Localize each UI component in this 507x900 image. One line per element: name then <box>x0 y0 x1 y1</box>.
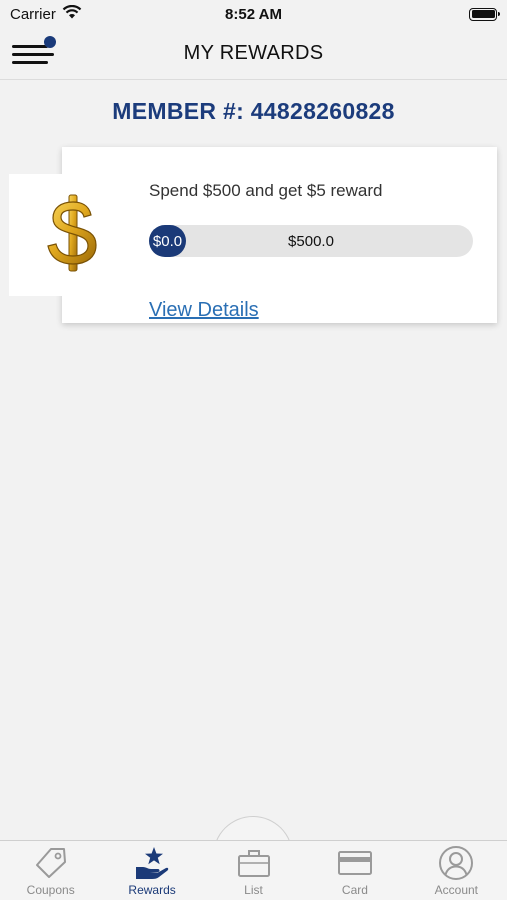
reward-progress-bar: $500.0 $0.0 <box>149 225 473 257</box>
menu-button[interactable] <box>12 36 58 70</box>
tab-label: List <box>244 883 263 897</box>
menu-icon-line <box>12 61 48 64</box>
progress-target-label: $500.0 <box>288 232 334 250</box>
star-hand-icon <box>134 845 170 881</box>
tab-card[interactable]: Card <box>304 841 405 900</box>
card-icon <box>337 845 373 881</box>
menu-icon-line <box>12 53 54 56</box>
tab-label: Card <box>341 883 368 897</box>
progress-current-badge: $0.0 <box>149 225 186 257</box>
carrier-label: Carrier <box>10 5 56 23</box>
view-details-link[interactable]: View Details <box>149 299 259 322</box>
page-title: MY REWARDS <box>183 42 324 64</box>
reward-description: Spend $500 and get $5 reward <box>149 181 383 200</box>
tag-icon <box>33 845 69 881</box>
reward-icon-box <box>9 174 137 296</box>
tab-list[interactable]: List <box>203 841 304 900</box>
header: MY REWARDS <box>0 28 507 80</box>
status-left: Carrier <box>10 4 82 23</box>
tab-rewards[interactable]: Rewards <box>101 841 202 900</box>
tab-coupons[interactable]: Coupons <box>0 841 101 900</box>
notification-dot <box>44 36 56 48</box>
menu-icon-line <box>12 45 48 48</box>
wifi-icon <box>62 4 82 23</box>
tab-account[interactable]: Account <box>406 841 507 900</box>
tab-label: Rewards <box>128 883 176 897</box>
status-bar: Carrier 8:52 AM <box>0 0 507 28</box>
battery-icon <box>469 7 500 21</box>
briefcase-icon <box>236 845 272 881</box>
tab-bar: Coupons Rewards List Card Account <box>0 840 507 900</box>
tab-label: Account <box>434 883 478 897</box>
user-icon <box>438 845 474 881</box>
tab-label: Coupons <box>26 883 75 897</box>
dollar-sign-icon <box>43 193 103 278</box>
member-number: MEMBER #: 44828260828 <box>112 98 395 124</box>
